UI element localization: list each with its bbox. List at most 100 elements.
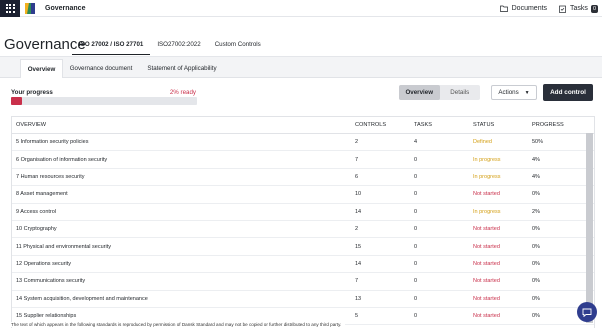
table-row[interactable]: 11 Physical and environmental security 15… (12, 238, 594, 256)
row-controls: 6 (355, 173, 359, 180)
tasks-label: Tasks (570, 5, 588, 12)
documents-button[interactable]: Documents (499, 5, 548, 12)
row-progress: 4% (532, 156, 540, 163)
subtab-governance-document[interactable]: Governance document (66, 59, 136, 78)
row-status: In progress (473, 208, 501, 215)
row-status: In progress (473, 156, 501, 163)
header-tasks[interactable]: TASKS (414, 122, 473, 128)
table-row[interactable]: 7 Human resources security 6 0 In progress 4… (12, 169, 594, 187)
row-tasks: 0 (414, 191, 418, 198)
app-title: Governance (45, 4, 86, 12)
row-name: 12 Operations security (16, 260, 72, 267)
row-status: Not started (473, 278, 500, 285)
row-name: 9 Access control (16, 208, 57, 215)
actions-label: Actions (498, 89, 519, 96)
row-tasks: 0 (414, 313, 418, 320)
toggle-overview[interactable]: Overview (399, 85, 440, 100)
row-name: 15 Supplier relationships (16, 313, 77, 320)
row-controls: 15 (355, 243, 362, 250)
header-controls[interactable]: CONTROLS (355, 122, 414, 128)
row-controls: 14 (355, 208, 362, 215)
row-status: Not started (473, 243, 500, 250)
table-row[interactable]: 14 System acquisition, development and m… (12, 291, 594, 308)
row-tasks: 0 (414, 295, 418, 302)
row-name: 11 Physical and environmental security (16, 243, 111, 250)
header-overview[interactable]: OVERVIEW (12, 122, 355, 128)
table-scrollbar[interactable] (586, 133, 593, 323)
tab-custom-controls[interactable]: Custom Controls (208, 37, 268, 55)
row-progress: 0% (532, 191, 540, 198)
actions-dropdown[interactable]: Actions ▼ (491, 85, 537, 100)
row-name: 13 Communications security (16, 278, 86, 285)
caret-down-icon: ▼ (524, 89, 530, 96)
row-progress: 0% (532, 278, 540, 285)
folder-icon (499, 5, 508, 12)
row-tasks: 0 (414, 226, 418, 233)
row-name: 5 Information security policies (16, 139, 89, 146)
row-controls: 10 (355, 191, 362, 198)
row-status: Not started (473, 295, 500, 302)
row-status: Not started (473, 260, 500, 267)
row-tasks: 4 (414, 139, 418, 146)
row-tasks: 0 (414, 173, 418, 180)
row-controls: 7 (355, 156, 359, 163)
documents-label: Documents (511, 5, 548, 12)
row-tasks: 0 (414, 208, 418, 215)
table-row[interactable]: 5 Information security policies 2 4 Defined… (12, 134, 594, 152)
row-progress: 50% (532, 139, 544, 146)
row-controls: 2 (355, 139, 359, 146)
table-body: 5 Information security policies 2 4 Defined… (12, 134, 594, 326)
tab-iso-27002-27701[interactable]: ISO 27002 / ISO 27701 (72, 37, 151, 55)
row-name: 10 Cryptography (16, 226, 57, 233)
table-row[interactable]: 9 Access control 14 0 In progress 2% (12, 204, 594, 221)
tasks-button[interactable]: Tasks 0 (559, 4, 598, 13)
table-header: OVERVIEW CONTROLS TASKS STATUS PROGRESS (12, 117, 594, 134)
table-row[interactable]: 13 Communications security 7 0 Not started 0… (12, 273, 594, 291)
copyright-footer: The text of which appears in the followi… (11, 322, 346, 327)
progress-percent: 2% ready (169, 89, 196, 96)
row-progress: 0% (532, 243, 540, 250)
row-status: Not started (473, 191, 500, 198)
add-control-button[interactable]: Add control (543, 84, 593, 101)
table-row[interactable]: 12 Operations security 14 0 Not started 0% (12, 256, 594, 274)
row-progress: 2% (532, 208, 540, 215)
row-progress: 0% (532, 226, 540, 233)
header-progress[interactable]: PROGRESS (532, 122, 586, 128)
row-status: In progress (473, 173, 501, 180)
row-tasks: 0 (414, 260, 418, 267)
row-progress: 4% (532, 173, 540, 180)
row-progress: 0% (532, 295, 540, 302)
row-name: 7 Human resources security (16, 173, 85, 180)
progress-bar-fill (11, 97, 23, 105)
tasks-count-badge: 0 (590, 4, 598, 13)
row-tasks: 0 (414, 156, 418, 163)
progress-bar (11, 97, 197, 105)
row-tasks: 0 (414, 243, 418, 250)
apps-grid-icon[interactable] (0, 0, 20, 17)
tab-iso27002-2022[interactable]: ISO27002:2022 (150, 37, 207, 55)
row-progress: 0% (532, 260, 540, 267)
view-toggle: Overview Details (399, 85, 480, 100)
row-name: 8 Asset management (16, 191, 68, 198)
table-row[interactable]: 10 Cryptography 2 0 Not started 0% (12, 221, 594, 239)
table-row[interactable]: 8 Asset management 10 0 Not started 0% (12, 186, 594, 204)
row-controls: 13 (355, 295, 362, 302)
table-row[interactable]: 6 Organisation of information security 7 0… (12, 151, 594, 169)
top-bar: Governance Documents Tasks 0 (0, 0, 602, 17)
toggle-details[interactable]: Details (440, 85, 481, 100)
row-name: 14 System acquisition, development and m… (16, 295, 148, 302)
header-status[interactable]: STATUS (473, 122, 532, 128)
row-controls: 5 (355, 313, 359, 320)
chat-icon (582, 308, 592, 317)
row-name: 6 Organisation of information security (16, 156, 108, 163)
logo-icon (25, 2, 35, 14)
row-controls: 14 (355, 260, 362, 267)
chat-button[interactable] (577, 302, 597, 322)
sub-tab-bar: Overview Governance document Statement o… (0, 57, 602, 78)
row-tasks: 0 (414, 278, 418, 285)
row-status: Defined (473, 139, 492, 146)
subtab-overview[interactable]: Overview (20, 59, 63, 78)
progress-label: Your progress (11, 89, 53, 96)
subtab-statement-of-applicability[interactable]: Statement of Applicability (141, 59, 223, 78)
standard-tabs: ISO 27002 / ISO 27701 ISO27002:2022 Cust… (72, 37, 268, 55)
